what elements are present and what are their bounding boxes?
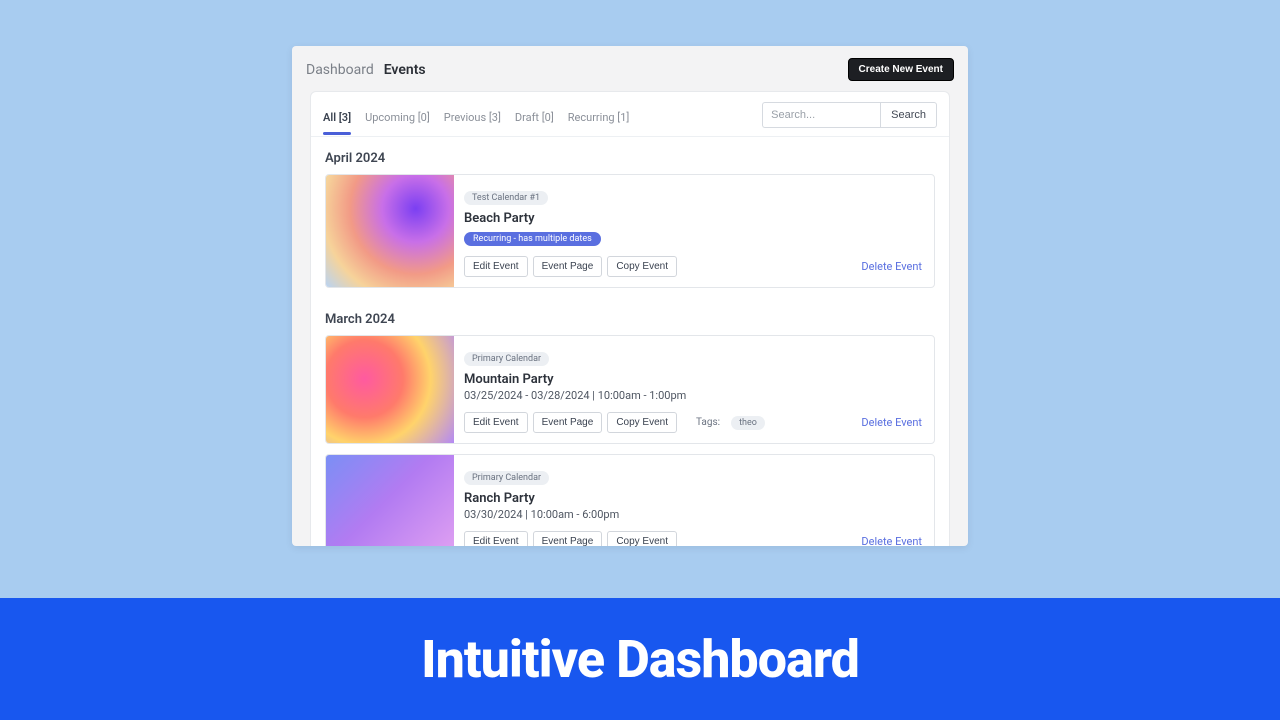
event-thumbnail (326, 455, 454, 546)
event-title: Beach Party (464, 211, 922, 226)
delete-event-link[interactable]: Delete Event (861, 535, 922, 546)
event-title: Mountain Party (464, 372, 922, 387)
tab-draft[interactable]: Draft [0] (515, 105, 554, 134)
recurring-pill: Recurring - has multiple dates (464, 232, 601, 246)
tags-label: Tags: (696, 417, 720, 428)
event-body: Primary Calendar Ranch Party 03/30/2024 … (454, 455, 934, 546)
event-datetime: 03/25/2024 - 03/28/2024 | 10:00am - 1:00… (464, 389, 922, 402)
event-title: Ranch Party (464, 491, 922, 506)
month-heading: April 2024 (311, 137, 949, 174)
calendar-badge: Test Calendar #1 (464, 191, 548, 205)
breadcrumb: Dashboard Events (306, 62, 426, 78)
create-new-event-button[interactable]: Create New Event (848, 58, 954, 81)
copy-event-button[interactable]: Copy Event (607, 256, 677, 277)
tab-previous[interactable]: Previous [3] (444, 105, 501, 134)
breadcrumb-parent[interactable]: Dashboard (306, 62, 374, 78)
calendar-badge: Primary Calendar (464, 471, 549, 485)
breadcrumb-current: Events (384, 62, 426, 78)
copy-event-button[interactable]: Copy Event (607, 531, 677, 546)
search-button[interactable]: Search (880, 102, 937, 128)
promo-banner: Intuitive Dashboard (0, 598, 1280, 720)
search-input[interactable] (762, 102, 880, 128)
app-window: Dashboard Events Create New Event All [3… (292, 46, 968, 546)
edit-event-button[interactable]: Edit Event (464, 256, 528, 277)
event-body: Test Calendar #1 Beach Party Recurring -… (454, 175, 934, 287)
month-heading: March 2024 (311, 298, 949, 335)
event-thumbnail (326, 175, 454, 287)
tabs: All [3] Upcoming [0] Previous [3] Draft … (323, 105, 629, 134)
delete-event-link[interactable]: Delete Event (861, 260, 922, 273)
edit-event-button[interactable]: Edit Event (464, 412, 528, 433)
tag[interactable]: theo (731, 416, 765, 430)
events-panel: All [3] Upcoming [0] Previous [3] Draft … (310, 91, 950, 546)
event-page-button[interactable]: Event Page (533, 412, 603, 433)
tab-all[interactable]: All [3] (323, 105, 351, 134)
event-card: Test Calendar #1 Beach Party Recurring -… (325, 174, 935, 288)
event-thumbnail (326, 336, 454, 443)
tab-recurring[interactable]: Recurring [1] (568, 105, 630, 134)
event-card: Primary Calendar Ranch Party 03/30/2024 … (325, 454, 935, 546)
event-page-button[interactable]: Event Page (533, 531, 603, 546)
tabs-row: All [3] Upcoming [0] Previous [3] Draft … (311, 92, 949, 137)
calendar-badge: Primary Calendar (464, 352, 549, 366)
copy-event-button[interactable]: Copy Event (607, 412, 677, 433)
edit-event-button[interactable]: Edit Event (464, 531, 528, 546)
delete-event-link[interactable]: Delete Event (861, 416, 922, 429)
event-page-button[interactable]: Event Page (533, 256, 603, 277)
topbar: Dashboard Events Create New Event (292, 46, 968, 91)
tab-upcoming[interactable]: Upcoming [0] (365, 105, 430, 134)
banner-text: Intuitive Dashboard (421, 629, 859, 690)
event-body: Primary Calendar Mountain Party 03/25/20… (454, 336, 934, 443)
event-datetime: 03/30/2024 | 10:00am - 6:00pm (464, 508, 922, 521)
event-card: Primary Calendar Mountain Party 03/25/20… (325, 335, 935, 444)
searchbar: Search (762, 102, 937, 128)
